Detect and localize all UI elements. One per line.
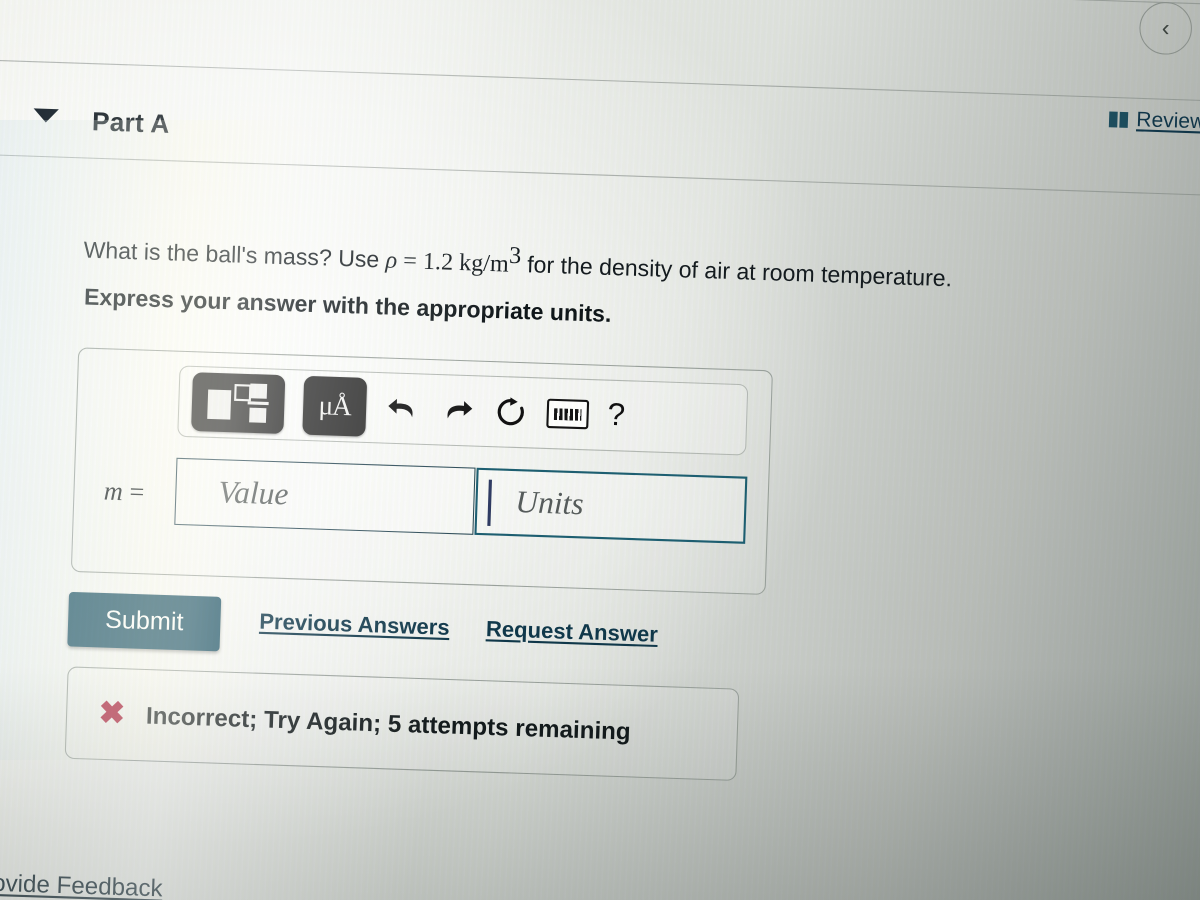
undo-arrow-icon[interactable]	[385, 392, 422, 425]
divider-top	[479, 0, 1200, 7]
review-links: Review | Co	[1108, 107, 1200, 136]
divider-part	[0, 153, 1200, 199]
answer-instruction: Express your answer with the appropriate…	[83, 283, 612, 328]
page-title: Part A	[91, 107, 171, 140]
density-value: 1.2	[422, 247, 454, 275]
value-placeholder: Value	[217, 474, 289, 512]
answer-entry-box: μÅ ? m = Value Units	[70, 347, 773, 595]
value-input[interactable]: Value	[174, 457, 476, 535]
review-link[interactable]: Review	[1136, 108, 1200, 134]
question-text-before: What is the ball's mass? Use	[83, 236, 387, 273]
density-exponent: 3	[508, 241, 522, 269]
variable-equals: =	[128, 478, 145, 508]
request-answer-link[interactable]: Request Answer	[486, 617, 659, 648]
photographed-screen: ‹ 13 of Review | Co Part A What is the b…	[0, 0, 1200, 900]
reset-circular-arrow-icon[interactable]	[494, 395, 529, 430]
back-button[interactable]: ‹	[1138, 1, 1193, 56]
x-mark-icon: ✖	[98, 695, 126, 732]
equals-sign: =	[402, 247, 418, 274]
keyboard-icon[interactable]	[546, 398, 590, 430]
units-icon: μÅ	[318, 389, 352, 422]
provide-feedback-link[interactable]: Provide Feedback	[0, 868, 163, 900]
units-input[interactable]: Units	[474, 467, 748, 544]
variable-symbol: m	[103, 477, 124, 507]
question-text: What is the ball's mass? Use ρ = 1.2 kg/…	[83, 228, 953, 293]
page-content-plane: ‹ 13 of Review | Co Part A What is the b…	[0, 0, 1200, 900]
units-placeholder: Units	[514, 484, 585, 522]
variable-label: m =	[103, 477, 144, 508]
previous-answers-link[interactable]: Previous Answers	[259, 610, 450, 641]
feedback-banner: ✖ Incorrect; Try Again; 5 attempts remai…	[64, 666, 740, 781]
triangle-down-icon[interactable]	[33, 108, 59, 123]
template-button[interactable]	[191, 372, 286, 434]
template-icon	[207, 381, 269, 425]
chevron-left-icon: ‹	[1161, 14, 1170, 42]
units-button[interactable]: μÅ	[302, 375, 368, 437]
question-text-after: for the density of air at room temperatu…	[520, 251, 953, 292]
text-cursor	[487, 479, 492, 526]
rho-symbol: ρ	[385, 246, 398, 274]
book-icon	[1108, 111, 1129, 128]
divider-header	[0, 58, 1200, 104]
redo-arrow-icon[interactable]	[439, 394, 476, 427]
density-units: kg/m	[458, 248, 510, 277]
submit-button[interactable]: Submit	[67, 591, 222, 652]
feedback-message: Incorrect; Try Again; 5 attempts remaini…	[145, 701, 632, 745]
help-button[interactable]: ?	[607, 397, 626, 433]
math-toolbar: μÅ ?	[177, 365, 749, 456]
